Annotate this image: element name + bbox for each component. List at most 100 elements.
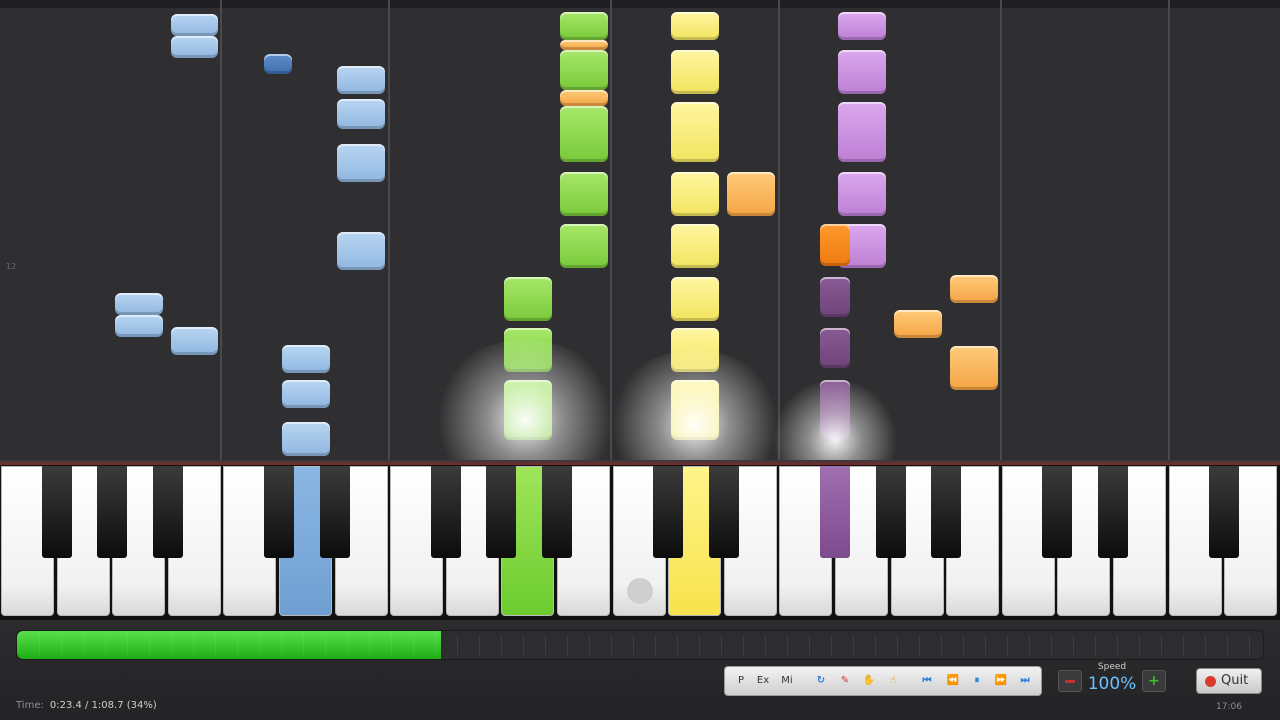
grid-line <box>1168 0 1170 460</box>
note-blue <box>264 54 292 74</box>
note-yellow <box>671 102 719 162</box>
top-border <box>0 0 1280 8</box>
black-key[interactable] <box>152 466 183 558</box>
progress-segment <box>347 635 348 655</box>
note-orange <box>950 275 998 303</box>
black-key[interactable] <box>653 466 684 558</box>
note-blue <box>115 315 163 337</box>
note-yellow <box>671 12 719 40</box>
black-key[interactable] <box>931 466 962 558</box>
progress-segment <box>589 635 590 655</box>
progress-segment <box>633 635 634 655</box>
hit-glow <box>605 350 785 460</box>
progress-segment <box>831 635 832 655</box>
progress-segment <box>897 635 898 655</box>
pause-icon[interactable]: ⏸ <box>967 671 987 691</box>
keyboard-top-line <box>0 460 1280 465</box>
note-green <box>560 50 608 90</box>
black-key[interactable] <box>486 466 517 558</box>
progress-segment <box>721 635 722 655</box>
progress-segment <box>963 635 964 655</box>
note-yellow <box>671 50 719 94</box>
progress-segment <box>1249 635 1250 655</box>
progress-segment <box>457 635 458 655</box>
note-orange <box>950 346 998 390</box>
speed-increase-button[interactable]: + <box>1142 670 1166 692</box>
note-blue <box>282 380 330 408</box>
progress-segment <box>523 635 524 655</box>
hit-glow <box>770 380 900 460</box>
loop-icon[interactable]: ↻ <box>811 671 831 691</box>
note-blue <box>115 293 163 315</box>
progress-segment <box>985 635 986 655</box>
rewind-icon[interactable]: ⏪ <box>943 671 963 691</box>
black-key[interactable] <box>542 466 572 558</box>
progress-segment <box>281 635 282 655</box>
note-green <box>504 277 552 321</box>
progress-segment <box>1051 635 1052 655</box>
note-orange <box>894 310 942 338</box>
speed-decrease-button[interactable] <box>1058 670 1082 692</box>
progress-segment <box>787 635 788 655</box>
progress-segment <box>1205 635 1206 655</box>
grid-line <box>388 0 390 460</box>
measure-marker: 12 <box>6 262 17 271</box>
progress-fill <box>17 631 441 659</box>
note-blue <box>337 66 385 94</box>
progress-segment <box>1139 635 1140 655</box>
grid-line <box>778 0 780 460</box>
black-key[interactable] <box>264 466 294 558</box>
time-readout: Time: 0:23.4 / 1:08.7 (34%) <box>16 700 157 711</box>
note-blue <box>171 14 218 36</box>
clock: 17:06 <box>1216 702 1242 712</box>
controls-panel: P Ex Mi ↻ ✎ ✋ ☝ ⏮ ⏪ ⏸ ⏩ ⏭ Speed 100% + Q… <box>0 620 1280 720</box>
progress-segment <box>919 635 920 655</box>
speed-label: Speed <box>1097 662 1127 672</box>
black-key[interactable] <box>708 466 739 558</box>
progress-segment <box>105 635 106 655</box>
progress-segment <box>479 635 480 655</box>
note-green <box>560 224 608 268</box>
ex-button[interactable]: Ex <box>753 671 773 691</box>
note-green <box>560 172 608 216</box>
pencil-icon[interactable]: ✎ <box>835 671 855 691</box>
grid-line <box>1000 0 1002 460</box>
progress-segment <box>765 635 766 655</box>
note-blue <box>171 36 218 58</box>
progress-segment <box>413 635 414 655</box>
progress-segment <box>149 635 150 655</box>
finger-icon[interactable]: ☝ <box>883 671 903 691</box>
quit-button[interactable]: Quit <box>1196 668 1262 694</box>
fast-forward-icon[interactable]: ⏩ <box>991 671 1011 691</box>
progress-segment <box>61 635 62 655</box>
progress-segment <box>237 635 238 655</box>
black-key[interactable] <box>1042 466 1073 558</box>
progress-segment <box>611 635 612 655</box>
black-key[interactable] <box>41 466 72 558</box>
skip-start-icon[interactable]: ⏮ <box>917 671 937 691</box>
black-key[interactable] <box>319 466 350 558</box>
black-key[interactable] <box>430 466 461 558</box>
progress-bar[interactable] <box>16 630 1264 660</box>
skip-end-icon[interactable]: ⏭ <box>1015 671 1035 691</box>
black-key[interactable] <box>875 466 906 558</box>
note-blue <box>282 345 330 373</box>
progress-segment <box>1029 635 1030 655</box>
note-green <box>560 12 608 40</box>
black-key[interactable] <box>820 466 850 558</box>
note-blue <box>337 144 385 182</box>
black-key[interactable] <box>1209 466 1240 558</box>
note-orange <box>727 172 775 216</box>
note-purple <box>838 102 886 162</box>
time-label: Time: <box>16 700 44 711</box>
progress-segment <box>259 635 260 655</box>
progress-segment <box>545 635 546 655</box>
stop-icon <box>1205 676 1216 687</box>
black-key[interactable] <box>97 466 128 558</box>
pedal-button[interactable]: P <box>731 671 751 691</box>
black-key[interactable] <box>1098 466 1128 558</box>
note-purple <box>838 12 886 40</box>
hand-icon[interactable]: ✋ <box>859 671 879 691</box>
progress-segment <box>501 635 502 655</box>
mi-button[interactable]: Mi <box>777 671 797 691</box>
